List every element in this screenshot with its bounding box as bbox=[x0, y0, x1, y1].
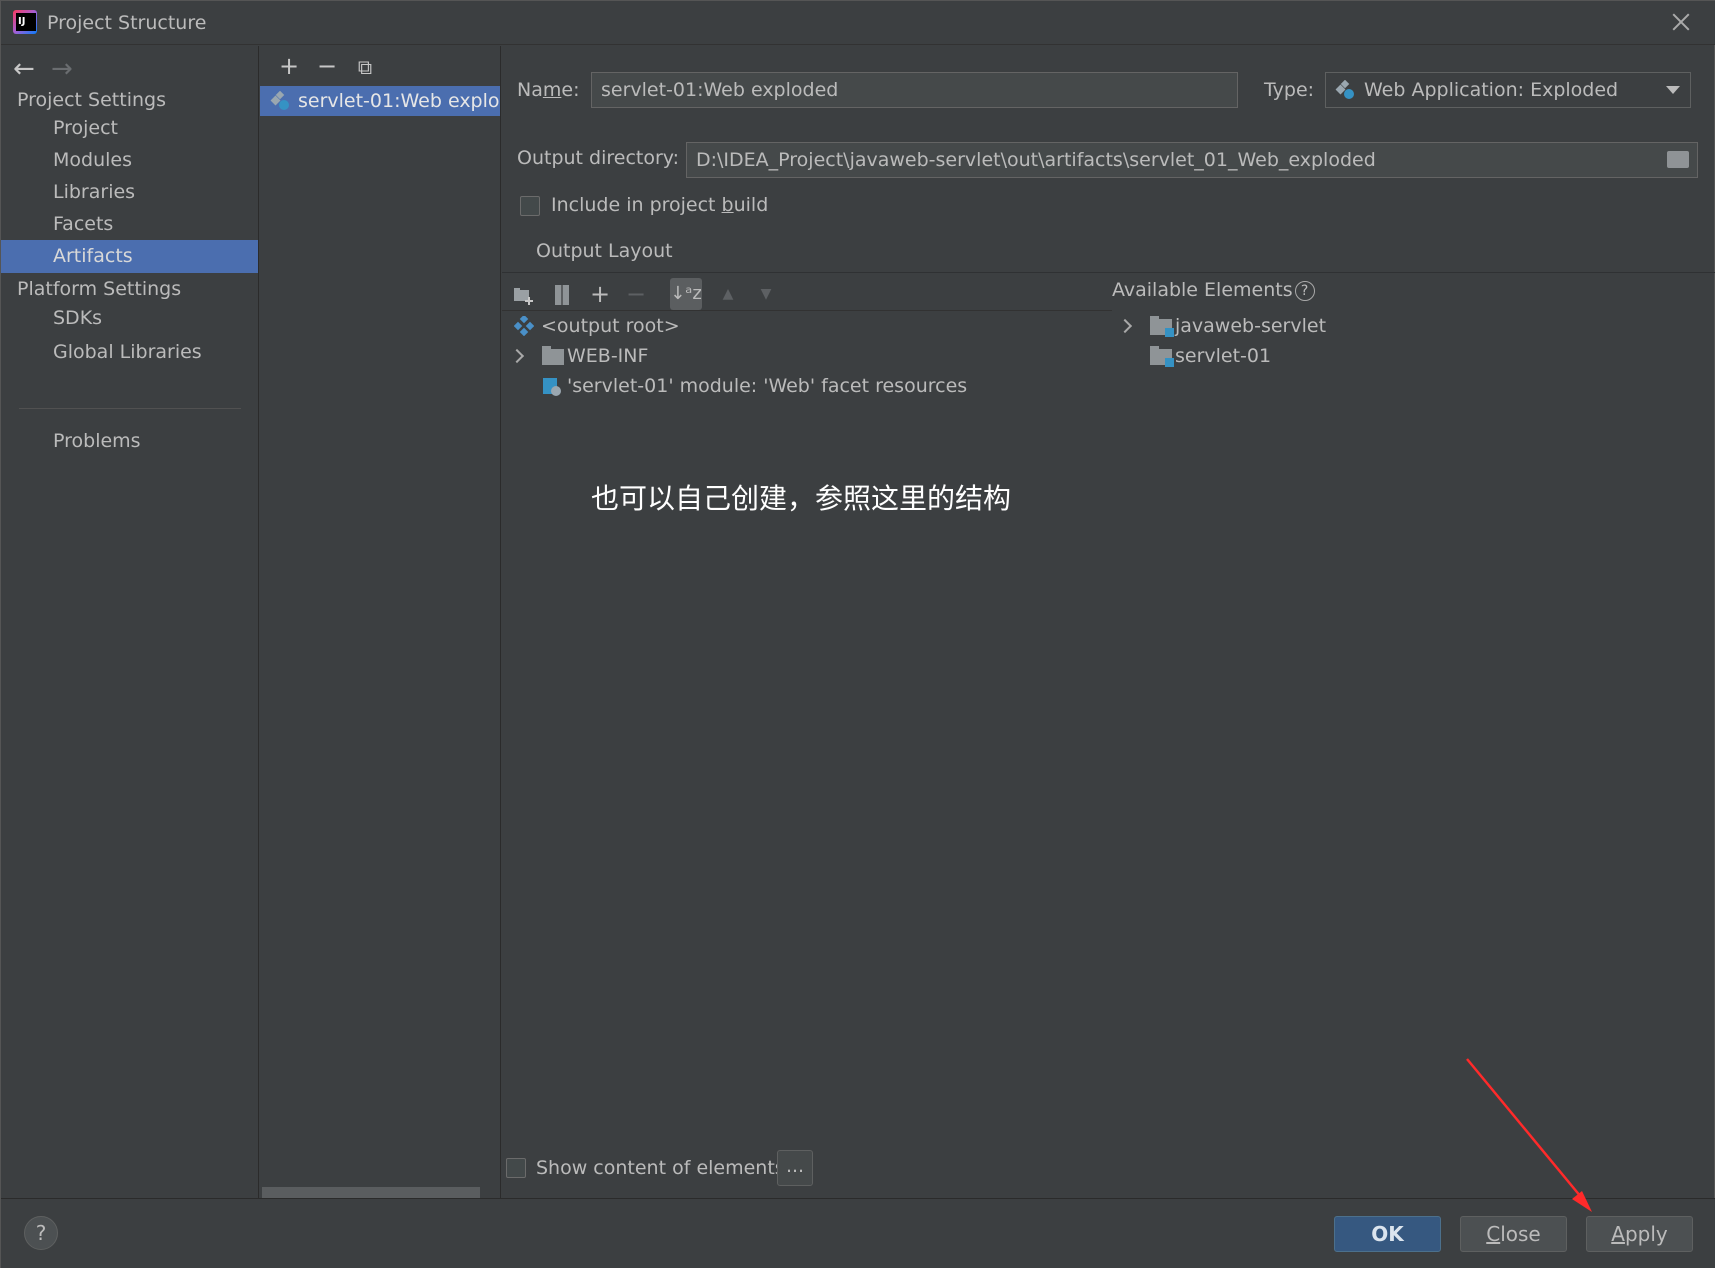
move-up-icon[interactable]: ▲ bbox=[712, 278, 744, 310]
name-label: Name: bbox=[517, 79, 579, 101]
artifact-toolbar: + − ⧉ bbox=[270, 52, 384, 82]
sort-elements-icon[interactable]: ↓ᵃz bbox=[670, 278, 702, 310]
include-label-part: Include in project bbox=[551, 194, 722, 216]
tree-item-web-inf[interactable]: WEB-INF bbox=[509, 342, 812, 370]
artifact-list-panel: +−⧉ servlet-01:Web exploded bbox=[260, 46, 501, 1198]
title-bar: Project Structure bbox=[1, 1, 1715, 45]
available-item-javaweb-servlet[interactable]: javaweb-servlet bbox=[1117, 312, 1327, 340]
nav-item-sdks[interactable]: SDKs bbox=[1, 302, 258, 335]
artifact-item[interactable]: servlet-01:Web exploded bbox=[260, 86, 500, 116]
tree-item-output-root[interactable]: <output root> bbox=[512, 312, 680, 340]
output-directory-label: Output directory: bbox=[517, 147, 680, 169]
tree-item-label: 'servlet-01' module: 'Web' facet resourc… bbox=[567, 375, 968, 397]
artifact-item-label: servlet-01:Web exploded bbox=[298, 90, 500, 112]
project-structure-dialog: Project Structure ←→ Project Settings Pr… bbox=[0, 0, 1715, 1268]
folder-icon bbox=[542, 346, 564, 365]
settings-nav: ← → Project Settings Project Modules Libr… bbox=[1, 46, 259, 1198]
module-folder-icon bbox=[1150, 346, 1174, 367]
tab-divider bbox=[502, 272, 1715, 273]
nav-item-facets[interactable]: Facets bbox=[1, 208, 258, 241]
include-in-build-checkbox[interactable] bbox=[520, 196, 540, 216]
intellij-logo-icon bbox=[13, 10, 37, 34]
remove-element-icon[interactable]: − bbox=[620, 278, 652, 310]
back-arrow-icon[interactable]: ← bbox=[13, 54, 51, 84]
apply-button[interactable]: Apply bbox=[1586, 1216, 1693, 1252]
available-elements-title: Available Elements bbox=[1112, 279, 1293, 301]
create-directory-icon[interactable] bbox=[508, 278, 540, 310]
nav-item-libraries[interactable]: Libraries bbox=[1, 176, 258, 209]
project-settings-header: Project Settings bbox=[17, 89, 166, 111]
output-directory-value: D:\IDEA_Project\javaweb-servlet\out\arti… bbox=[696, 149, 1376, 171]
nav-item-modules[interactable]: Modules bbox=[1, 144, 258, 177]
forward-arrow-icon[interactable]: → bbox=[51, 54, 89, 84]
name-label-mnemonic: m bbox=[542, 79, 562, 101]
type-label: Type: bbox=[1264, 79, 1315, 101]
chevron-down-icon bbox=[1666, 86, 1680, 94]
available-elements-header: Available Elements? bbox=[1112, 279, 1315, 301]
tree-item-facet-resources[interactable]: 'servlet-01' module: 'Web' facet resourc… bbox=[512, 372, 967, 400]
close-button[interactable]: Close bbox=[1460, 1216, 1567, 1252]
chevron-right-icon[interactable] bbox=[1117, 318, 1133, 334]
show-content-label: Show content of elements bbox=[536, 1157, 785, 1179]
platform-settings-header: Platform Settings bbox=[17, 278, 182, 300]
nav-item-artifacts[interactable]: Artifacts bbox=[1, 240, 258, 273]
tab-output-layout[interactable]: Output Layout bbox=[536, 240, 673, 262]
artifact-editor: Name: servlet-01:Web exploded Type: Web … bbox=[502, 46, 1715, 1198]
apply-label-rest: pply bbox=[1624, 1222, 1668, 1246]
show-content-checkbox[interactable] bbox=[506, 1158, 526, 1178]
apply-mnemonic: A bbox=[1611, 1222, 1625, 1246]
help-icon[interactable]: ? bbox=[1294, 280, 1315, 301]
add-artifact-icon[interactable]: + bbox=[270, 52, 308, 80]
nav-item-project[interactable]: Project bbox=[1, 112, 258, 145]
nav-item-global-libraries[interactable]: Global Libraries bbox=[1, 336, 258, 369]
annotation-text: 也可以自己创建，参照这里的结构 bbox=[591, 482, 1012, 515]
output-directory-field[interactable]: D:\IDEA_Project\javaweb-servlet\out\arti… bbox=[686, 142, 1698, 178]
close-label-rest: lose bbox=[1500, 1222, 1541, 1246]
ok-button[interactable]: OK bbox=[1334, 1216, 1441, 1252]
available-item-servlet-01[interactable]: servlet-01 bbox=[1120, 342, 1271, 370]
web-application-icon bbox=[1335, 80, 1354, 99]
include-label-part: uild bbox=[733, 194, 769, 216]
name-label-part: e: bbox=[561, 79, 580, 101]
tree-item-label: <output root> bbox=[541, 315, 680, 337]
history-nav: ← → bbox=[13, 54, 89, 84]
window-title: Project Structure bbox=[47, 12, 207, 34]
type-dropdown[interactable]: Web Application: Exploded bbox=[1325, 72, 1691, 108]
show-content-options-button[interactable]: ... bbox=[777, 1150, 813, 1186]
type-dropdown-value: Web Application: Exploded bbox=[1364, 79, 1619, 101]
web-facet-icon bbox=[543, 378, 561, 396]
toolbar-separator bbox=[502, 310, 1112, 311]
name-label-part: Na bbox=[517, 79, 543, 101]
browse-folder-icon[interactable] bbox=[1667, 151, 1689, 168]
tree-item-label: WEB-INF bbox=[567, 345, 649, 367]
copy-artifact-icon[interactable]: ⧉ bbox=[346, 55, 384, 79]
create-archive-icon[interactable] bbox=[546, 278, 578, 310]
move-down-icon[interactable]: ▼ bbox=[750, 278, 782, 310]
nav-divider bbox=[19, 408, 241, 409]
horizontal-scrollbar[interactable] bbox=[262, 1187, 480, 1198]
include-in-build-label: Include in project build bbox=[551, 194, 768, 216]
artifact-root-icon bbox=[514, 316, 534, 336]
close-window-icon[interactable] bbox=[1668, 9, 1694, 35]
dialog-button-bar: ? OK Close Apply bbox=[1, 1198, 1715, 1268]
add-copy-of-icon[interactable]: + bbox=[584, 278, 616, 310]
include-label-mnemonic: b bbox=[721, 194, 734, 216]
web-artifact-icon bbox=[270, 91, 289, 110]
name-field[interactable]: servlet-01:Web exploded bbox=[591, 72, 1238, 108]
available-item-label: javaweb-servlet bbox=[1175, 315, 1327, 337]
nav-item-problems[interactable]: Problems bbox=[1, 425, 258, 458]
help-button[interactable]: ? bbox=[24, 1216, 58, 1250]
remove-artifact-icon[interactable]: − bbox=[308, 52, 346, 80]
close-mnemonic: C bbox=[1486, 1222, 1501, 1246]
chevron-right-icon[interactable] bbox=[509, 348, 525, 364]
available-item-label: servlet-01 bbox=[1175, 345, 1272, 367]
module-folder-icon bbox=[1150, 316, 1174, 337]
